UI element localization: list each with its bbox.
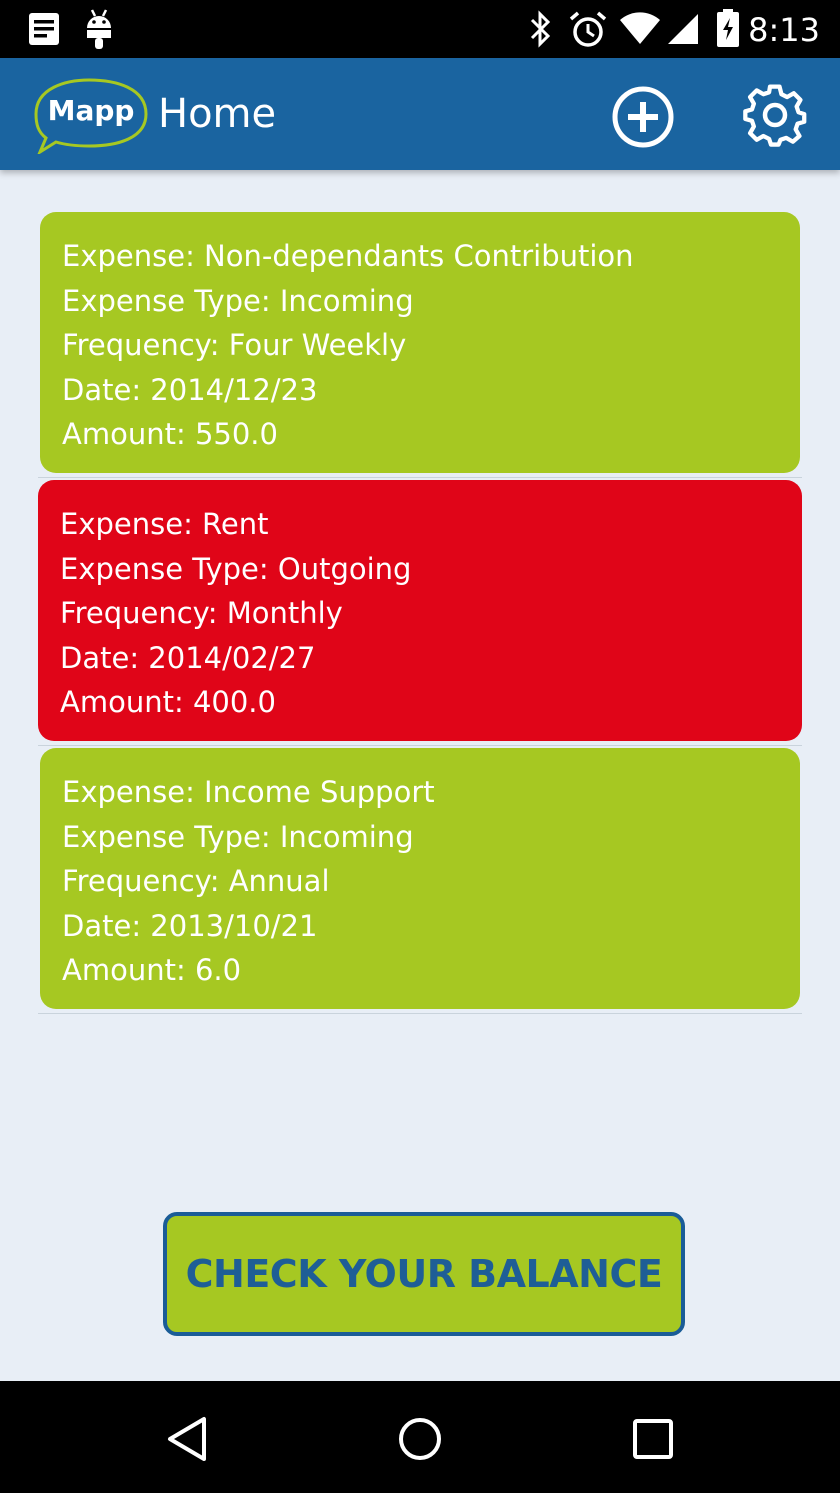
list-item[interactable]: Expense: Income Support Expense Type: In… <box>38 746 802 1014</box>
home-button[interactable] <box>392 1411 448 1467</box>
check-balance-button[interactable]: CHECK YOUR BALANCE <box>163 1212 685 1336</box>
expense-frequency: Frequency: Annual <box>62 864 330 898</box>
page-title: Home <box>158 91 277 137</box>
add-circle-icon <box>612 86 674 148</box>
expense-date: Date: 2013/10/21 <box>62 908 318 943</box>
gear-icon <box>743 84 807 147</box>
status-time: 8:13 <box>748 11 820 49</box>
recents-button[interactable] <box>625 1411 681 1467</box>
recents-icon <box>633 1419 673 1459</box>
android-icon <box>87 9 111 49</box>
notes-icon <box>29 13 59 45</box>
home-icon <box>399 1418 441 1460</box>
expense-name: Expense: Non-dependants Contribution <box>62 239 634 273</box>
expense-frequency: Frequency: Monthly <box>60 596 343 630</box>
status-bar: 8:13 <box>0 0 840 58</box>
expense-frequency: Frequency: Four Weekly <box>62 328 407 362</box>
list-item[interactable]: Expense: Non-dependants Contribution Exp… <box>38 210 802 478</box>
expense-amount: Amount: 400.0 <box>60 685 276 719</box>
expense-type: Expense Type: Incoming <box>62 283 414 318</box>
expense-amount: Amount: 6.0 <box>62 953 242 987</box>
expense-card[interactable]: Expense: Non-dependants Contribution Exp… <box>40 212 800 473</box>
expense-amount: Amount: 550.0 <box>62 417 278 451</box>
expense-name: Expense: Income Support <box>62 775 435 809</box>
expense-list: Expense: Non-dependants Contribution Exp… <box>38 210 802 1014</box>
mapp-logo: Mapp <box>34 78 148 154</box>
expense-type: Expense Type: Outgoing <box>60 551 412 586</box>
expense-name: Expense: Rent <box>60 507 269 541</box>
signal-icon <box>668 14 698 44</box>
logo-text: Mapp <box>48 94 135 127</box>
check-balance-label: CHECK YOUR BALANCE <box>185 1252 663 1296</box>
expense-date: Date: 2014/02/27 <box>60 640 316 675</box>
settings-button[interactable] <box>742 82 808 148</box>
expense-date: Date: 2014/12/23 <box>62 372 318 407</box>
list-item[interactable]: Expense: Rent Expense Type: Outgoing Fre… <box>38 478 802 746</box>
expense-card[interactable]: Expense: Rent Expense Type: Outgoing Fre… <box>38 480 802 741</box>
back-button[interactable] <box>160 1411 216 1467</box>
expense-type: Expense Type: Incoming <box>62 819 414 854</box>
expense-card[interactable]: Expense: Income Support Expense Type: In… <box>40 748 800 1009</box>
back-icon <box>168 1417 206 1461</box>
navigation-bar <box>0 1381 840 1493</box>
alarm-icon <box>569 11 607 47</box>
bluetooth-icon <box>530 10 551 48</box>
wifi-icon <box>620 12 660 44</box>
battery-charging-icon <box>717 9 739 47</box>
add-button[interactable] <box>610 84 676 150</box>
app-bar: Mapp Home <box>0 58 840 170</box>
